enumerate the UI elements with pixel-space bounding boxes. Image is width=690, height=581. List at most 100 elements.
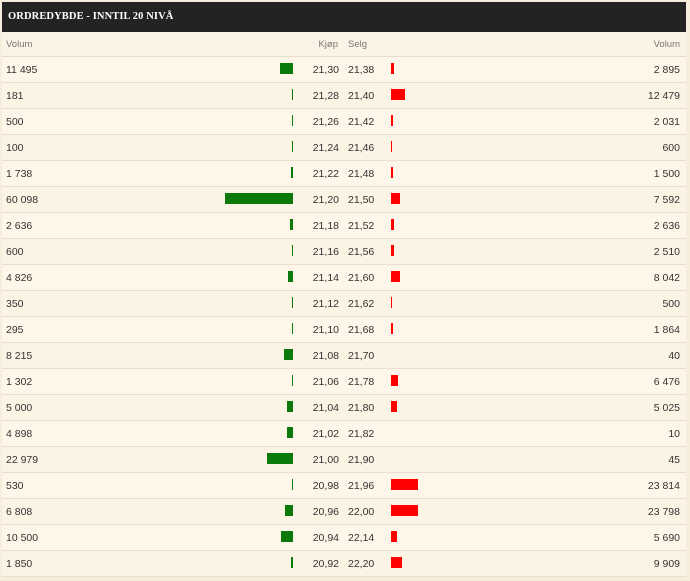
sell-volume: 10 xyxy=(668,428,680,440)
buy-volume: 4 898 xyxy=(6,428,33,440)
buy-volume-bar xyxy=(292,375,293,386)
sell-volume-bar xyxy=(391,505,418,516)
table-row: 10 500 20,94 22,14 5 690 xyxy=(2,525,686,551)
buy-volume-bar xyxy=(291,167,293,178)
sell-price: 21,42 xyxy=(348,116,375,128)
sell-price: 21,38 xyxy=(348,64,375,76)
buy-volume: 600 xyxy=(6,246,24,258)
table-row: 11 495 21,30 21,38 2 895 xyxy=(2,57,686,83)
buy-volume-bar xyxy=(225,193,293,204)
buy-volume-bar xyxy=(292,297,293,308)
buy-volume-bar xyxy=(292,115,293,126)
buy-price: 21,26 xyxy=(312,116,339,128)
sell-price: 21,40 xyxy=(348,90,375,102)
sell-volume: 9 909 xyxy=(653,558,680,570)
table-row: 22 979 21,00 21,90 45 xyxy=(2,447,686,473)
buy-price: 20,94 xyxy=(312,532,339,544)
buy-price: 21,12 xyxy=(312,298,339,310)
table-row: 2 636 21,18 21,52 2 636 xyxy=(2,213,686,239)
sell-volume-bar xyxy=(391,141,392,152)
sell-price: 22,00 xyxy=(348,506,375,518)
buy-price: 20,96 xyxy=(312,506,339,518)
buy-volume: 10 500 xyxy=(6,532,39,544)
sell-volume-bar xyxy=(391,271,400,282)
buy-price: 21,02 xyxy=(312,428,339,440)
table-row: 181 21,28 21,40 12 479 xyxy=(2,83,686,109)
sell-price: 21,90 xyxy=(348,454,375,466)
buy-volume: 350 xyxy=(6,298,24,310)
sell-price: 21,78 xyxy=(348,376,375,388)
sell-price: 21,56 xyxy=(348,246,375,258)
buy-price: 21,20 xyxy=(312,194,339,206)
sell-volume: 2 510 xyxy=(653,246,680,258)
buy-volume-bar xyxy=(292,141,293,152)
table-row: 350 21,12 21,62 500 xyxy=(2,291,686,317)
sell-price: 21,48 xyxy=(348,168,375,180)
sell-volume-bar xyxy=(391,115,393,126)
sell-volume-bar xyxy=(391,531,397,542)
buy-price: 20,98 xyxy=(312,480,339,492)
buy-volume: 8 215 xyxy=(6,350,33,362)
buy-price: 21,16 xyxy=(312,246,339,258)
sell-volume-bar xyxy=(391,401,397,412)
buy-volume-bar xyxy=(285,505,293,516)
sell-volume: 7 592 xyxy=(653,194,680,206)
sell-price: 21,62 xyxy=(348,298,375,310)
buy-volume: 181 xyxy=(6,90,24,102)
sell-volume: 45 xyxy=(668,454,680,466)
sell-volume: 8 042 xyxy=(653,272,680,284)
table-row: 1 302 21,06 21,78 6 476 xyxy=(2,369,686,395)
buy-volume: 2 636 xyxy=(6,220,33,232)
sell-volume-bar xyxy=(391,167,393,178)
table-row: 1 850 20,92 22,20 9 909 xyxy=(2,551,686,577)
buy-volume-bar xyxy=(287,427,293,438)
sell-volume-bar xyxy=(391,193,400,204)
buy-volume: 6 808 xyxy=(6,506,33,518)
table-row: 8 215 21,08 21,70 40 xyxy=(2,343,686,369)
sell-volume-bar xyxy=(391,557,402,568)
sell-volume: 23 814 xyxy=(647,480,680,492)
buy-price: 21,00 xyxy=(312,454,339,466)
order-depth-rows: 11 495 21,30 21,38 2 895 181 21,28 21,40 12 479… xyxy=(2,57,686,577)
sell-price: 21,68 xyxy=(348,324,375,336)
sell-volume-bar xyxy=(391,89,405,100)
sell-volume: 500 xyxy=(662,298,680,310)
buy-price: 21,08 xyxy=(312,350,339,362)
sell-volume: 1 864 xyxy=(653,324,680,336)
buy-price: 20,92 xyxy=(312,558,339,570)
sell-price: 21,50 xyxy=(348,194,375,206)
sell-volume-bar xyxy=(391,245,394,256)
buy-volume: 500 xyxy=(6,116,24,128)
sell-price: 21,70 xyxy=(348,350,375,362)
sell-volume-bar xyxy=(391,63,394,74)
buy-volume: 1 302 xyxy=(6,376,33,388)
sell-volume: 2 895 xyxy=(653,64,680,76)
header-sell-volume: Volum xyxy=(653,39,680,50)
sell-price: 21,60 xyxy=(348,272,375,284)
buy-volume: 5 000 xyxy=(6,402,33,414)
panel-title: ORDREDYBDE - INNTIL 20 NIVÅ xyxy=(2,2,686,32)
buy-price: 21,24 xyxy=(312,142,339,154)
sell-volume-bar xyxy=(391,219,394,230)
buy-volume-bar xyxy=(281,531,293,542)
table-row: 4 898 21,02 21,82 10 xyxy=(2,421,686,447)
table-row: 500 21,26 21,42 2 031 xyxy=(2,109,686,135)
table-header: Volum Kjøp Selg Volum xyxy=(2,32,686,57)
buy-price: 21,10 xyxy=(312,324,339,336)
table-row: 5 000 21,04 21,80 5 025 xyxy=(2,395,686,421)
buy-price: 21,22 xyxy=(312,168,339,180)
sell-price: 21,46 xyxy=(348,142,375,154)
sell-price: 21,82 xyxy=(348,428,375,440)
sell-volume: 2 636 xyxy=(653,220,680,232)
buy-volume-bar xyxy=(292,89,293,100)
table-row: 600 21,16 21,56 2 510 xyxy=(2,239,686,265)
sell-volume: 6 476 xyxy=(653,376,680,388)
buy-volume-bar xyxy=(267,453,293,464)
buy-price: 21,06 xyxy=(312,376,339,388)
order-depth-panel: ORDREDYBDE - INNTIL 20 NIVÅ Volum Kjøp S… xyxy=(2,2,686,577)
sell-volume: 2 031 xyxy=(653,116,680,128)
buy-price: 21,30 xyxy=(312,64,339,76)
sell-volume-bar xyxy=(391,479,418,490)
buy-volume: 1 850 xyxy=(6,558,33,570)
buy-volume-bar xyxy=(284,349,293,360)
